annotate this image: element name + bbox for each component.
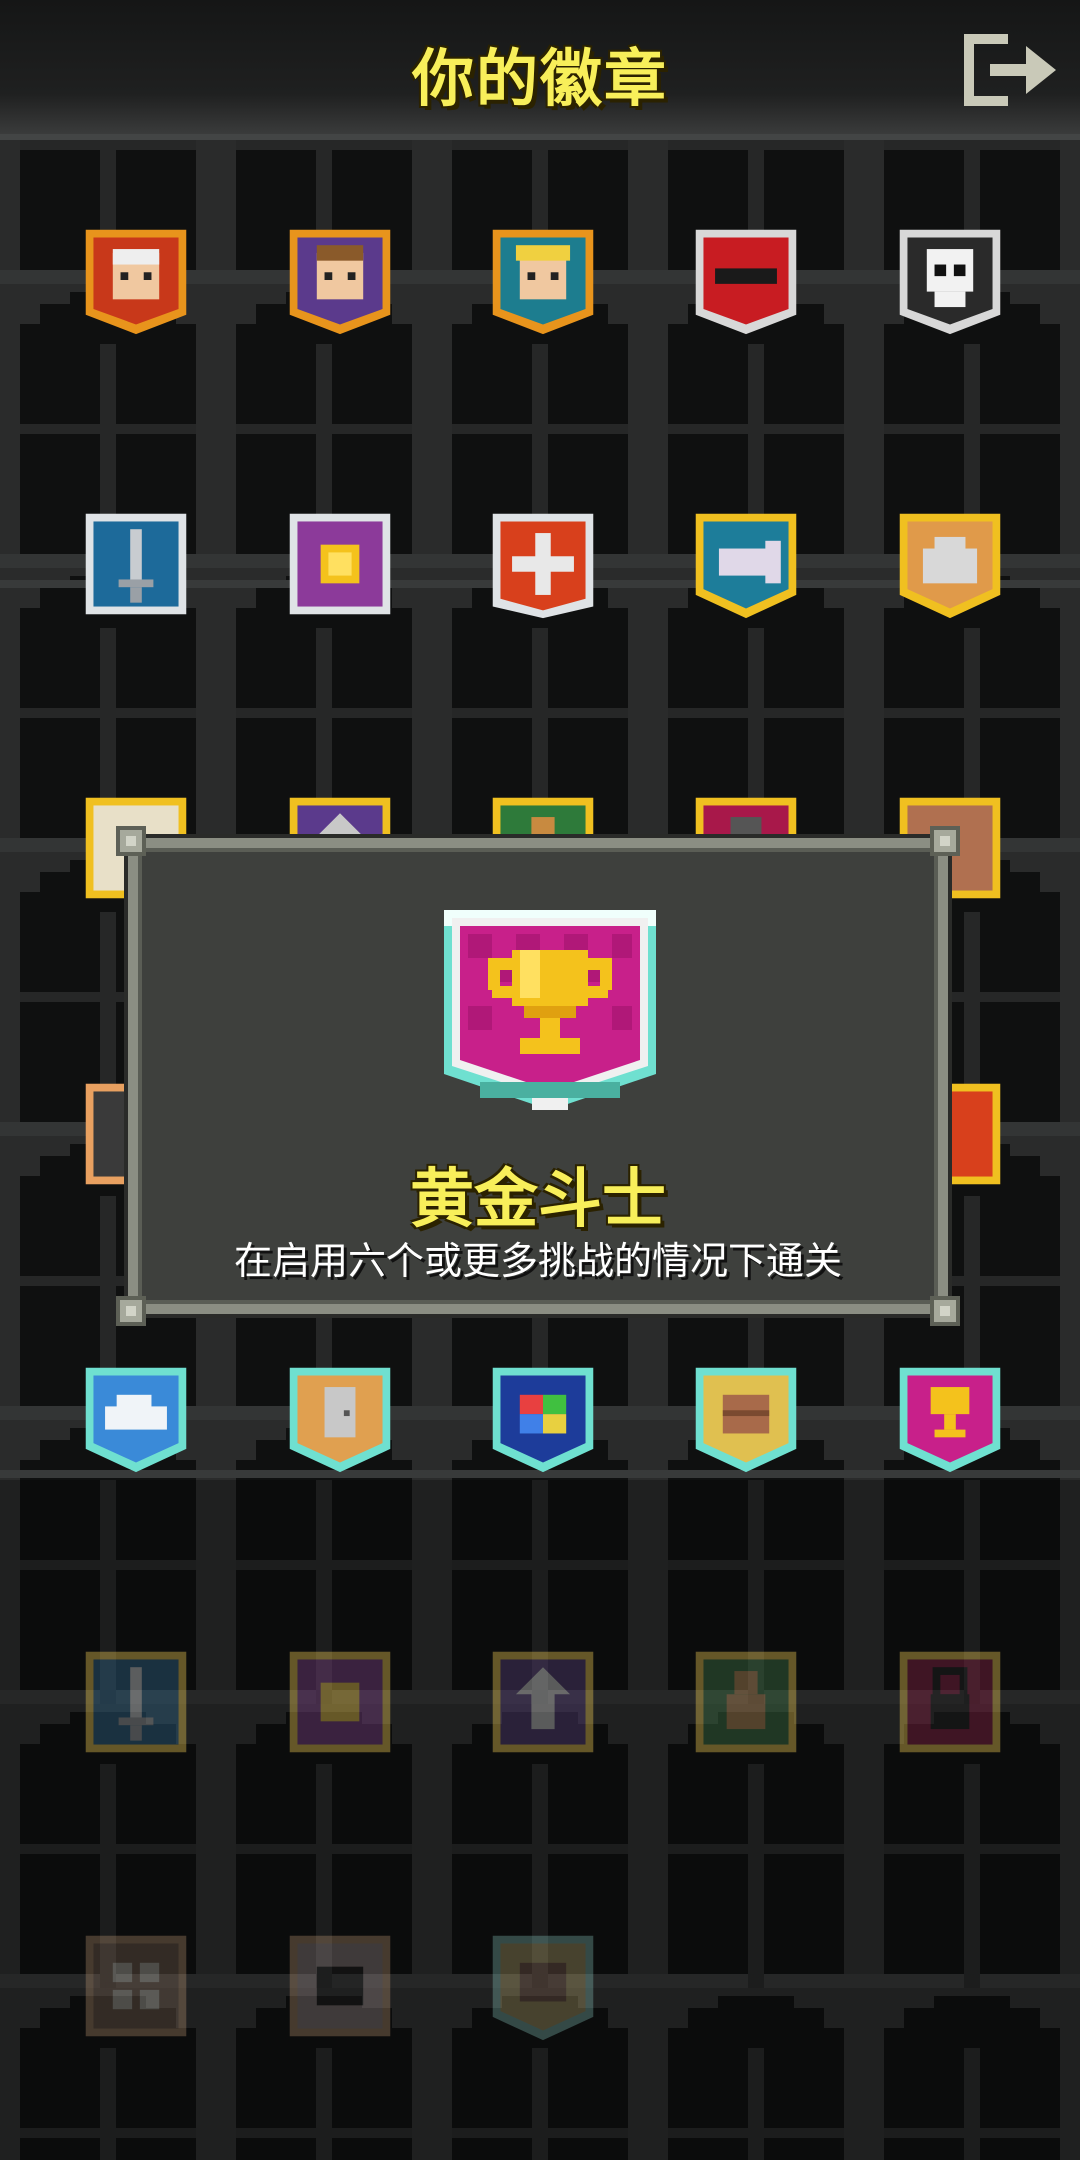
frame-corner <box>930 1296 960 1326</box>
frame-corner <box>116 826 146 856</box>
frame-corner <box>116 1296 146 1326</box>
badge-description: 在启用六个或更多挑战的情况下通关 <box>233 1239 842 1283</box>
badges-screen: 你的徽章 黄金斗士 在启用六个或更多挑战的情况下通关 <box>0 0 1080 2160</box>
frame-corner <box>930 826 960 856</box>
trophy-badge-icon <box>440 906 660 1116</box>
badge-detail-modal[interactable]: 黄金斗士 在启用六个或更多挑战的情况下通关 <box>116 826 960 1326</box>
badge-title: 黄金斗士 <box>410 1163 666 1237</box>
